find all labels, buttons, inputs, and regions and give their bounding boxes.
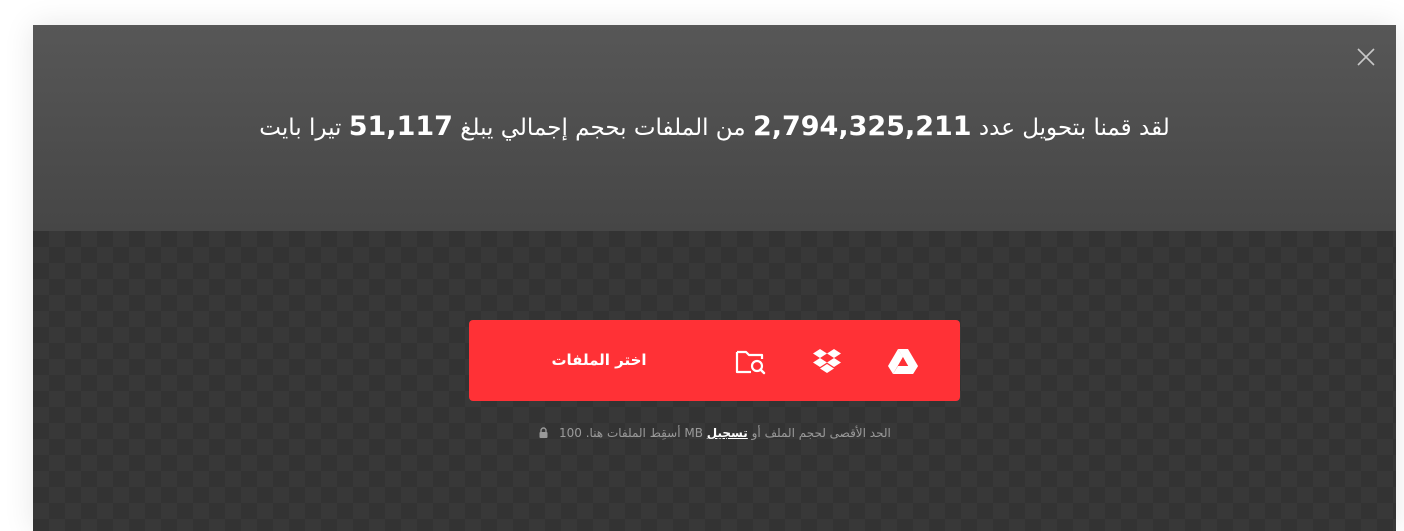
size-unit: MB xyxy=(684,426,703,440)
dropbox-icon[interactable] xyxy=(811,345,843,377)
or-text: أو xyxy=(751,426,761,440)
size-value: 100 xyxy=(558,426,582,440)
google-drive-icon[interactable] xyxy=(887,345,919,377)
headline-text-1: لقد قمنا بتحويل عدد xyxy=(978,115,1170,141)
files-count: 2,794,325,211 xyxy=(752,111,972,142)
upload-info: الحد الأقصى لحجم الملف أو تسجيل MB أسقِط… xyxy=(33,425,1396,441)
converter-modal: لقد قمنا بتحويل عدد 2,794,325,211 من الم… xyxy=(33,25,1396,531)
stats-header: لقد قمنا بتحويل عدد 2,794,325,211 من الم… xyxy=(33,25,1396,231)
total-size: 51,117 xyxy=(348,111,453,142)
file-drop-area[interactable]: اختر الملفات الحد الأقصى لحجم الملف أو ت… xyxy=(33,231,1396,531)
headline-text-3: تيرا بايت xyxy=(259,115,342,141)
drop-text: أسقِط الملفات هنا. xyxy=(585,426,681,440)
lock-icon xyxy=(538,427,549,438)
headline-text-2: من الملفات بحجم إجمالي يبلغ xyxy=(460,115,746,141)
signup-link[interactable]: تسجيل xyxy=(707,426,748,440)
choose-files-button[interactable]: اختر الملفات xyxy=(524,340,674,380)
upload-bar: اختر الملفات xyxy=(469,320,960,401)
folder-search-icon[interactable] xyxy=(734,345,766,377)
limit-text: الحد الأقصى لحجم الملف xyxy=(764,426,891,440)
close-icon[interactable] xyxy=(1354,45,1378,69)
stats-headline: لقد قمنا بتحويل عدد 2,794,325,211 من الم… xyxy=(33,111,1396,144)
